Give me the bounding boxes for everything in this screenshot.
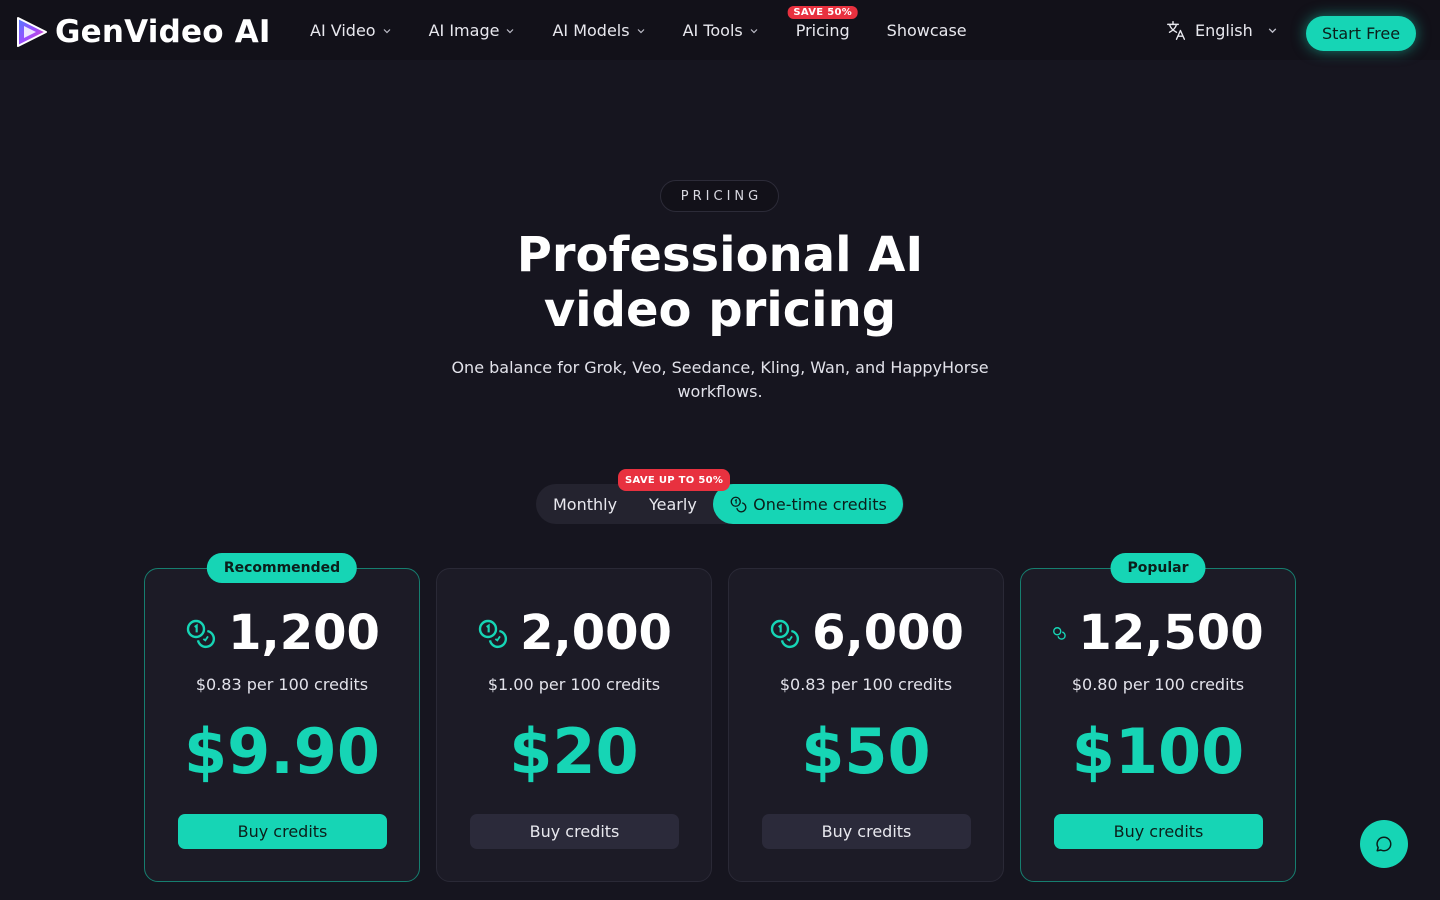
plan-card-2000: 2,000 $1.00 per 100 credits $20 Buy cred… (436, 568, 712, 882)
credits-row: 12,500 (1021, 605, 1295, 661)
recommended-badge: Recommended (206, 553, 358, 583)
coins-icon (478, 619, 508, 649)
coins-icon (186, 619, 216, 649)
save-up-to-badge: SAVE UP TO 50% (618, 469, 731, 491)
chevron-down-icon (383, 29, 391, 34)
plan-price: $20 (509, 715, 639, 788)
nav-pricing-label: Pricing (795, 20, 850, 40)
brand-name: GenVideo AI (55, 14, 271, 50)
credits-amount: 6,000 (812, 605, 964, 661)
save-badge: SAVE 50% (787, 5, 859, 19)
plan-card-12500: Popular 12,500 $0.80 per 100 credits $10… (1020, 553, 1296, 882)
nav-ai-video[interactable]: AI Video (310, 21, 392, 40)
popular-badge: Popular (1110, 553, 1206, 583)
page-subtitle: One balance for Grok, Veo, Seedance, Kli… (451, 358, 989, 401)
main-nav: AI Video AI Image AI Models AI Tools SAV… (310, 0, 1004, 60)
chevron-down-icon (507, 29, 514, 34)
per-credit-price: $0.83 per 100 credits (195, 675, 369, 694)
chevron-down-icon (1268, 28, 1277, 34)
plan-card-6000: 6,000 $0.83 per 100 credits $50 Buy cred… (728, 568, 1004, 882)
start-free-button[interactable]: Start Free (1306, 16, 1416, 51)
brand-logo[interactable]: GenVideo AI (14, 14, 271, 50)
chevron-down-icon (637, 29, 644, 34)
per-credit-price: $0.83 per 100 credits (779, 675, 953, 694)
nav-showcase-label: Showcase (886, 20, 967, 40)
nav-ai-models[interactable]: AI Models (552, 21, 645, 40)
buy-credits-button[interactable]: Buy credits (1054, 814, 1263, 849)
top-header: GenVideo AI AI Video AI Image AI Models … (0, 0, 1440, 60)
toggle-one-time-credits[interactable]: One-time credits (713, 484, 903, 524)
nav-pricing[interactable]: SAVE 50% Pricing (787, 5, 859, 40)
credits-amount: 2,000 (520, 605, 672, 661)
plan-card-1200: Recommended 1,200 $0.83 per 100 credits … (144, 553, 420, 882)
nav-ai-models-label: AI Models (552, 20, 630, 40)
credits-amount: 1,200 (228, 605, 380, 661)
nav-ai-tools-label: AI Tools (682, 20, 743, 40)
nav-ai-image-label: AI Image (428, 20, 500, 40)
coins-icon (1053, 627, 1067, 640)
coins-icon (730, 496, 747, 513)
pricing-eyebrow: PRICING (660, 180, 779, 212)
title-line-2: video pricing (543, 282, 897, 338)
buy-credits-button[interactable]: Buy credits (178, 814, 387, 849)
chat-support-button[interactable] (1360, 820, 1408, 868)
chevron-down-icon (750, 29, 758, 34)
plan-price: $50 (801, 715, 931, 788)
per-credit-price: $1.00 per 100 credits (487, 675, 661, 694)
per-credit-price: $0.80 per 100 credits (1071, 675, 1245, 694)
credits-row: 2,000 (437, 605, 711, 661)
credits-row: 6,000 (729, 605, 1003, 661)
nav-showcase[interactable]: Showcase (887, 21, 967, 40)
plan-price: $100 (1071, 715, 1245, 788)
buy-credits-button[interactable]: Buy credits (470, 814, 679, 849)
translate-icon (1167, 21, 1186, 40)
language-label: English (1195, 21, 1253, 40)
credits-row: 1,200 (145, 605, 419, 661)
credits-amount: 12,500 (1078, 605, 1264, 661)
page-title: Professional AI video pricing (420, 228, 1020, 338)
plan-price: $9.90 (183, 715, 381, 788)
play-logo-icon (17, 17, 47, 47)
title-line-1: Professional AI (516, 227, 924, 283)
coins-icon (770, 619, 800, 649)
nav-ai-video-label: AI Video (310, 20, 376, 40)
language-selector[interactable]: English (1166, 20, 1278, 41)
nav-ai-image[interactable]: AI Image (429, 21, 516, 40)
chat-bubble-icon (1376, 836, 1392, 852)
one-time-credits-label: One-time credits (753, 494, 887, 514)
toggle-monthly[interactable]: Monthly (553, 484, 617, 524)
buy-credits-button[interactable]: Buy credits (762, 814, 971, 849)
nav-ai-tools[interactable]: AI Tools (683, 21, 759, 40)
